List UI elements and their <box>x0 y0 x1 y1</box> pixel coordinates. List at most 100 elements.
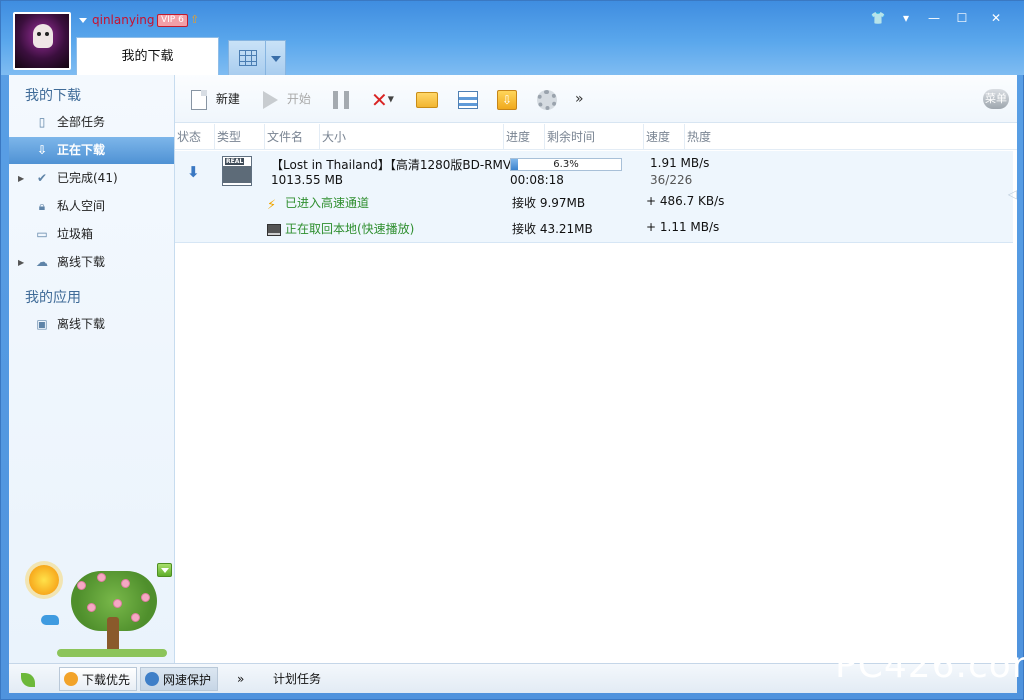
sun-graphic <box>29 565 59 595</box>
toolbar-more-button[interactable]: » <box>575 87 584 111</box>
pause-icon <box>333 90 349 109</box>
username-menu[interactable]: qinlanying <box>79 13 155 27</box>
sidebar-item-label: 垃圾箱 <box>57 227 94 241</box>
task-speed: 1.91 MB/s <box>650 156 710 170</box>
sub-speed: + 486.7 KB/s <box>646 194 725 208</box>
monitor-icon: ▣ <box>36 317 48 331</box>
download-box-button[interactable]: ⇩ <box>497 87 517 111</box>
close-icon[interactable]: ✕ <box>985 9 1007 27</box>
sidebar-app-offline-download[interactable]: ▣ 离线下载 <box>9 311 174 338</box>
sidebar-item-label: 离线下载 <box>57 255 106 269</box>
play-icon <box>263 90 278 109</box>
sidebar-item-all-tasks[interactable]: ▯ 全部任务 <box>9 109 174 136</box>
sub-status-label: 正在取回本地(快速播放) <box>285 222 415 236</box>
new-task-button[interactable]: 新建 <box>191 87 240 111</box>
app-window: qinlanying VIP 6 ⇧ 我的下载 👕 ▾ — ☐ ✕ 我的下载 ▯… <box>0 0 1024 700</box>
expand-triangle-icon[interactable]: ▶ <box>18 249 24 276</box>
main-menu-button[interactable]: 菜单 <box>983 89 1009 109</box>
maximize-icon[interactable]: ☐ <box>951 9 973 27</box>
minimize-icon[interactable]: — <box>923 9 945 27</box>
sidebar-item-label: 已完成(41) <box>57 171 118 185</box>
speed-protect-button[interactable]: 网速保护 <box>140 667 219 691</box>
list-view-icon <box>458 90 478 109</box>
tab-app-grid[interactable] <box>228 40 286 76</box>
open-folder-button[interactable] <box>416 87 438 111</box>
detail-panel-toggle-icon[interactable]: ◁ <box>1008 187 1017 201</box>
leaf-button[interactable] <box>21 667 35 691</box>
list-view-button[interactable] <box>458 87 478 111</box>
watermark-logo: PC426.com <box>835 645 1024 686</box>
vip-badge[interactable]: VIP 6 <box>157 14 188 27</box>
avatar[interactable] <box>13 12 71 70</box>
sidebar-item-label: 私人空间 <box>57 199 106 213</box>
blossom-graphic <box>97 573 106 582</box>
sub-speed: + 1.11 MB/s <box>646 220 720 234</box>
column-progress[interactable]: 进度 <box>503 124 530 150</box>
sidebar: 我的下载 ▯ 全部任务 ⇩ 正在下载 ▶ ✔ 已完成(41) 🔒︎ 私人空间 ▭… <box>9 75 175 663</box>
type-badge: REAL <box>225 158 245 165</box>
progress-bar: 6.3% <box>510 158 622 171</box>
trash-icon: ▭ <box>36 227 48 241</box>
sidebar-item-label: 离线下载 <box>57 317 106 331</box>
tab-my-downloads[interactable]: 我的下载 <box>76 37 219 75</box>
up-arrow-icon: ⇧ <box>190 13 200 26</box>
scheduled-tasks-button[interactable]: 计划任务 <box>273 667 321 691</box>
sidebar-item-completed[interactable]: ▶ ✔ 已完成(41) <box>9 165 174 192</box>
grass-graphic <box>57 649 167 657</box>
sub-status-highspeed: ⚡ 已进入高速通道 <box>267 194 369 213</box>
speed-protect-label: 网速保护 <box>163 673 212 687</box>
sidebar-item-downloading[interactable]: ⇩ 正在下载 <box>9 137 174 164</box>
sidebar-item-label: 正在下载 <box>57 143 106 157</box>
skin-icon[interactable]: 👕 <box>867 9 889 27</box>
blossom-graphic <box>87 603 96 612</box>
download-box-icon: ⇩ <box>497 89 517 110</box>
chevron-down-icon[interactable]: ▼ <box>388 95 394 104</box>
sidebar-item-private-space[interactable]: 🔒︎ 私人空间 <box>9 193 174 220</box>
main-panel: 新建 开始 ✕▼ ⇩ » 菜单 状态 类型 文件名 大小 进度 剩余时间 速度 … <box>175 75 1017 663</box>
progress-label: 6.3% <box>553 159 579 170</box>
monitor-icon <box>267 223 281 236</box>
caret-down-icon <box>79 18 87 23</box>
sub-status-retrieve: 正在取回本地(快速播放) <box>267 220 414 237</box>
statusbar-more-button[interactable]: » <box>237 667 244 691</box>
blossom-graphic <box>113 599 122 608</box>
column-speed[interactable]: 速度 <box>643 124 670 150</box>
column-header: 状态 类型 文件名 大小 进度 剩余时间 速度 热度 <box>175 124 1017 150</box>
tab-separator <box>265 41 266 76</box>
table-row[interactable]: ⬇ REAL 【Lost in Thailand】【高清1280版BD-RMV.… <box>175 151 1013 243</box>
pause-button[interactable] <box>333 87 349 111</box>
gear-icon <box>537 89 557 110</box>
expand-triangle-icon[interactable]: ▶ <box>18 165 24 192</box>
sidebar-item-offline-download[interactable]: ▶ ☁ 离线下载 <box>9 249 174 276</box>
blossom-graphic <box>121 579 130 588</box>
download-priority-button[interactable]: 下载优先 <box>59 667 138 691</box>
skull-graphic <box>33 24 53 48</box>
menu-icon[interactable]: ▾ <box>895 9 917 27</box>
shield-icon <box>145 672 159 686</box>
chevron-down-icon[interactable] <box>271 56 281 62</box>
settings-button[interactable] <box>537 87 557 111</box>
sub-received: 接收 9.97MB <box>512 196 586 210</box>
task-remaining-time: 00:08:18 <box>510 173 564 187</box>
document-icon: ▯ <box>38 115 46 129</box>
folder-icon <box>416 91 438 108</box>
start-button[interactable]: 开始 <box>263 87 311 111</box>
column-heat[interactable]: 热度 <box>684 124 711 150</box>
column-remaining-time[interactable]: 剩余时间 <box>544 124 595 150</box>
leaf-icon <box>21 672 35 687</box>
column-filename[interactable]: 文件名 <box>264 124 303 150</box>
collapse-toggle-icon[interactable] <box>157 563 172 577</box>
sidebar-item-trash[interactable]: ▭ 垃圾箱 <box>9 221 174 248</box>
checkmark-icon: ✔ <box>36 171 48 185</box>
sub-received: 接收 43.21MB <box>512 222 593 236</box>
toolbar: 新建 开始 ✕▼ ⇩ » 菜单 <box>175 75 1017 123</box>
column-status[interactable]: 状态 <box>175 124 201 150</box>
blossom-graphic <box>131 613 140 622</box>
column-size[interactable]: 大小 <box>319 124 346 150</box>
download-arrow-icon: ⇩ <box>36 143 48 157</box>
column-type[interactable]: 类型 <box>214 124 241 150</box>
decorative-tree-illustration <box>17 559 167 659</box>
delete-button[interactable]: ✕▼ <box>371 87 394 112</box>
grid-icon <box>239 50 257 66</box>
lightning-icon <box>64 672 78 686</box>
